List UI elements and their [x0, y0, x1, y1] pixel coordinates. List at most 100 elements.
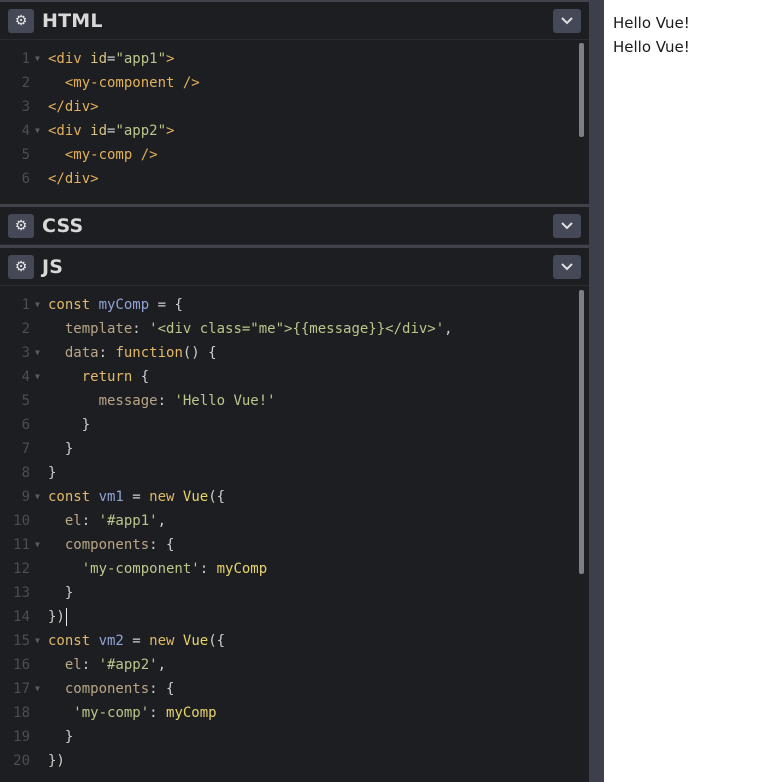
fold-arrow-icon[interactable]: ▼ [35, 485, 45, 509]
code-token: id [90, 51, 108, 67]
line-number: 17 [13, 681, 30, 697]
code-token: '#app1' [98, 513, 158, 529]
code-line[interactable]: 1 ▼ <div id="app1"> [0, 47, 589, 71]
code-line[interactable]: 17 ▼ components: { [0, 677, 589, 701]
html-settings-button[interactable]: ⚙ [8, 8, 34, 33]
code-token: <my-comp /> [64, 147, 158, 163]
code-text: components: { [48, 533, 175, 557]
line-number: 11 [13, 537, 30, 553]
fold-arrow-icon[interactable]: ▼ [35, 677, 45, 701]
code-line[interactable]: 2 template: '<div class="me">{{message}}… [0, 317, 589, 341]
pane-resize-handle[interactable] [589, 0, 604, 782]
code-token: > [166, 123, 175, 139]
code-editor: ⚙ HTML 1 ▼ <div id="app1"> 2 <my-component … [0, 0, 589, 782]
code-text: <my-comp /> [48, 143, 158, 167]
line-number: 20 [13, 753, 30, 769]
code-text: el: '#app1', [48, 509, 166, 533]
fold-arrow-icon[interactable]: ▼ [35, 119, 45, 143]
code-line[interactable]: 19 } [0, 725, 589, 749]
code-line[interactable]: 15 ▼ const vm2 = new Vue({ [0, 629, 589, 653]
code-line[interactable]: 4 ▼ <div id="app2"> [0, 119, 589, 143]
code-token: } [48, 417, 91, 433]
line-number: 2 [21, 75, 30, 91]
fold-arrow-icon[interactable]: ▼ [35, 341, 45, 365]
line-number: 16 [13, 657, 30, 673]
css-pane-header: ⚙ CSS [0, 207, 589, 245]
code-line[interactable]: 8} [0, 461, 589, 485]
line-number: 5 [21, 393, 30, 409]
code-line[interactable]: 6 </div> [0, 167, 589, 191]
code-line[interactable]: 5 message: 'Hello Vue!' [0, 389, 589, 413]
fold-arrow-icon[interactable]: ▼ [35, 293, 45, 317]
line-number: 15 [13, 633, 30, 649]
fold-arrow-icon[interactable]: ▼ [35, 629, 45, 653]
js-scrollbar[interactable] [579, 290, 584, 574]
code-token: '#app2' [98, 657, 158, 673]
js-collapse-button[interactable] [553, 255, 581, 279]
html-collapse-button[interactable] [553, 9, 581, 33]
code-line[interactable]: 2 <my-component /> [0, 71, 589, 95]
code-line[interactable]: 9 ▼ const vm1 = new Vue({ [0, 485, 589, 509]
code-token: components [64, 537, 150, 553]
code-text: const myComp = { [48, 293, 183, 317]
js-settings-button[interactable]: ⚙ [8, 254, 34, 279]
code-token: Vue [182, 489, 209, 505]
code-token: 'my-component' [81, 561, 200, 577]
line-number: 5 [21, 147, 30, 163]
code-line[interactable]: 16 el: '#app2', [0, 653, 589, 677]
chevron-down-icon [561, 263, 573, 271]
preview-output-line: Hello Vue! [613, 14, 690, 32]
css-collapse-button[interactable] [553, 214, 581, 238]
line-number: 3 [21, 345, 30, 361]
code-line[interactable]: 11 ▼ components: { [0, 533, 589, 557]
js-pane: ⚙ JS [0, 248, 589, 286]
code-line[interactable]: 6 } [0, 413, 589, 437]
code-text: } [48, 725, 73, 749]
code-line[interactable]: 4 ▼ return { [0, 365, 589, 389]
code-line[interactable]: 3 ▼ data: function() { [0, 341, 589, 365]
chevron-down-icon [561, 17, 573, 25]
code-token: }) [48, 609, 65, 625]
code-text: } [48, 581, 73, 605]
code-line[interactable]: 1 ▼ const myComp = { [0, 293, 589, 317]
code-token: </div> [48, 171, 99, 187]
code-token: new [149, 633, 183, 649]
code-token: <div [48, 51, 91, 67]
code-line[interactable]: 7 } [0, 437, 589, 461]
code-token: const [48, 489, 99, 505]
line-number: 13 [13, 585, 30, 601]
code-line[interactable]: 20}) [0, 749, 589, 773]
code-text: message: 'Hello Vue!' [48, 389, 276, 413]
html-scrollbar[interactable] [579, 43, 584, 137]
code-line[interactable]: 14}) [0, 605, 589, 629]
js-code-area[interactable]: 1 ▼ const myComp = {2 template: '<div clas… [0, 293, 589, 773]
code-text: }) [48, 605, 67, 629]
line-number: 18 [13, 705, 30, 721]
line-number: 8 [21, 465, 30, 481]
code-line[interactable]: 5 <my-comp /> [0, 143, 589, 167]
code-token: : [81, 513, 99, 529]
code-text: components: { [48, 677, 175, 701]
code-line[interactable]: 10 el: '#app1', [0, 509, 589, 533]
fold-arrow-icon[interactable]: ▼ [35, 47, 45, 71]
code-token: : { [149, 681, 175, 697]
code-line[interactable]: 18 'my-comp': myComp [0, 701, 589, 725]
code-line[interactable]: 12 'my-component': myComp [0, 557, 589, 581]
line-number: 1 [21, 51, 30, 67]
code-token: myComp [98, 297, 150, 313]
code-line[interactable]: 3 </div> [0, 95, 589, 119]
code-token: ({ [208, 489, 226, 505]
fold-arrow-icon[interactable]: ▼ [35, 365, 45, 389]
css-settings-button[interactable]: ⚙ [8, 213, 34, 238]
code-token: } [48, 441, 74, 457]
code-token: ({ [208, 633, 226, 649]
fold-arrow-icon[interactable]: ▼ [35, 533, 45, 557]
code-token: <my-component /> [64, 75, 200, 91]
html-code-area[interactable]: 1 ▼ <div id="app1"> 2 <my-component /> 3 </di… [0, 47, 589, 191]
code-line[interactable]: 13 } [0, 581, 589, 605]
